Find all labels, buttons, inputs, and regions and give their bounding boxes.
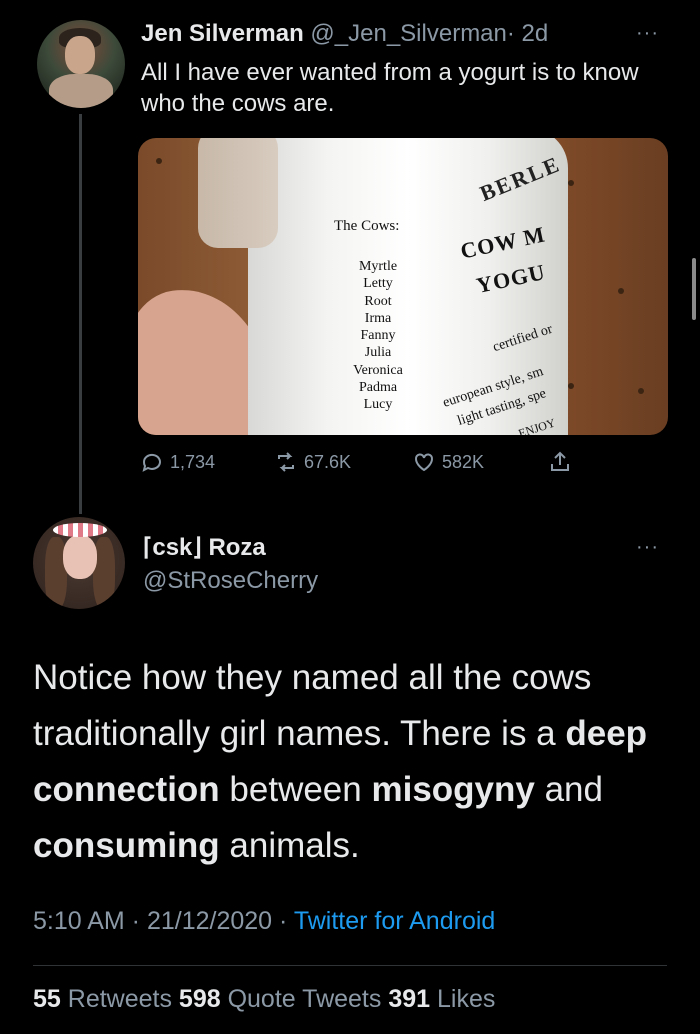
- photo-cow-list: Myrtle Letty Root Irma Fanny Julia Veron…: [353, 259, 403, 413]
- like-button[interactable]: 582K: [412, 450, 484, 474]
- quote-tweets-stat[interactable]: 598 Quote Tweets: [179, 985, 388, 1013]
- divider: [33, 965, 667, 966]
- tweet1-handle[interactable]: @_Jen_Silverman: [310, 20, 506, 47]
- roza-avatar[interactable]: [33, 517, 125, 609]
- reply-icon: [142, 453, 161, 472]
- jen-silverman-avatar[interactable]: [37, 20, 125, 108]
- tweet2-source-link[interactable]: Twitter for Android: [294, 907, 495, 935]
- reply-count: 1,734: [170, 451, 216, 472]
- share-icon: [551, 451, 569, 471]
- tweet2-timestamp[interactable]: 5:10 AM · 21/12/2020 ·: [33, 907, 294, 935]
- tweet2-meta: 5:10 AM · 21/12/2020 · Twitter for Andro…: [33, 907, 495, 936]
- retweet-count: 67.6K: [304, 451, 352, 472]
- tweet2-more-icon[interactable]: ···: [636, 536, 659, 559]
- likes-stat[interactable]: 391 Likes: [388, 985, 495, 1013]
- tweet1-more-icon[interactable]: ···: [636, 22, 659, 45]
- reply-button[interactable]: 1,734: [140, 450, 215, 474]
- share-button[interactable]: [548, 450, 572, 474]
- tweet1-header: Jen Silverman @_Jen_Silverman· 2d: [141, 20, 548, 48]
- tweet1-photo[interactable]: The Cows: Myrtle Letty Root Irma Fanny J…: [138, 138, 668, 435]
- thread-line: [79, 114, 82, 514]
- retweet-icon: [278, 452, 294, 472]
- like-count: 582K: [442, 451, 485, 472]
- photo-cows-label: The Cows:: [334, 218, 400, 234]
- retweets-stat[interactable]: 55 Retweets: [33, 985, 179, 1013]
- tweet2-stats: 55 Retweets 598 Quote Tweets 391 Likes: [33, 985, 495, 1014]
- tweet1-display-name[interactable]: Jen Silverman: [141, 20, 304, 47]
- heart-icon: [415, 453, 433, 472]
- tweet2-handle[interactable]: @StRoseCherry: [143, 567, 318, 595]
- scrollbar[interactable]: [692, 258, 696, 320]
- tweet1-text: All I have ever wanted from a yogurt is …: [141, 59, 639, 117]
- retweet-button[interactable]: 67.6K: [274, 450, 351, 474]
- tweet1-time[interactable]: · 2d: [507, 20, 548, 47]
- tweet1-actions: 1,734 67.6K 582K: [140, 450, 590, 482]
- tweet2-display-name[interactable]: ⌈csk⌋ Roza: [143, 533, 266, 562]
- tweet2-text: Notice how they named all the cows tradi…: [33, 658, 648, 865]
